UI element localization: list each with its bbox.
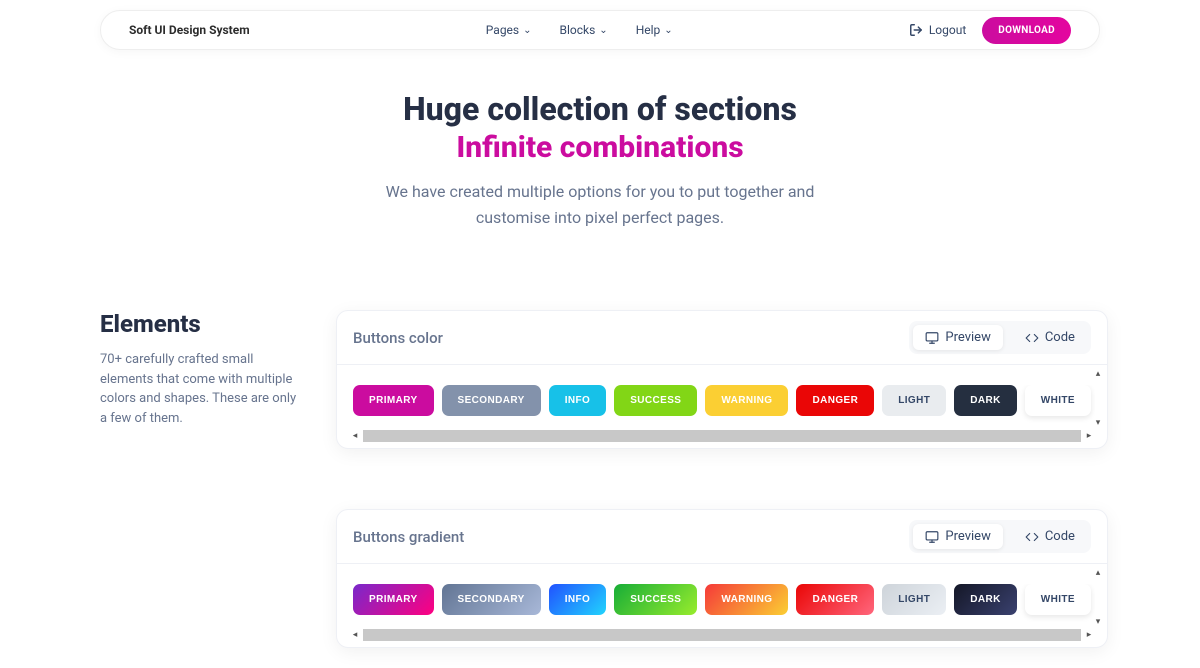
warning-button[interactable]: WARNING <box>705 385 788 416</box>
scroll-track[interactable] <box>363 629 1081 641</box>
primary-button[interactable]: PRIMARY <box>353 385 434 416</box>
scroll-track[interactable] <box>363 430 1081 442</box>
panel-buttons-gradient: Buttons gradient Preview Code PRIMARY SE… <box>336 509 1108 648</box>
vertical-scrollbar[interactable]: ▴ ▾ <box>1091 568 1105 627</box>
tab-label: Code <box>1045 529 1075 544</box>
tab-label: Preview <box>945 529 990 544</box>
button-row: PRIMARY SECONDARY INFO SUCCESS WARNING D… <box>349 385 1095 428</box>
hero: Huge collection of sections Infinite com… <box>0 90 1200 230</box>
scroll-right-icon[interactable]: ▸ <box>1083 431 1095 441</box>
dark-button[interactable]: DARK <box>954 385 1017 416</box>
hero-desc: We have created multiple options for you… <box>0 179 1200 230</box>
light-gradient-button[interactable]: LIGHT <box>882 584 946 615</box>
panel-title: Buttons gradient <box>353 528 464 546</box>
logout-icon <box>909 23 923 37</box>
danger-gradient-button[interactable]: DANGER <box>796 584 874 615</box>
scroll-up-icon[interactable]: ▴ <box>1096 369 1101 379</box>
hero-title: Huge collection of sections <box>0 90 1200 128</box>
panel-body: PRIMARY SECONDARY INFO SUCCESS WARNING D… <box>337 365 1107 448</box>
tab-preview[interactable]: Preview <box>913 524 1002 549</box>
secondary-gradient-button[interactable]: SECONDARY <box>442 584 541 615</box>
nav-link-label: Blocks <box>560 23 596 37</box>
dark-gradient-button[interactable]: DARK <box>954 584 1017 615</box>
horizontal-scrollbar[interactable]: ◂ ▸ <box>349 627 1095 643</box>
scroll-up-icon[interactable]: ▴ <box>1096 568 1101 578</box>
code-icon <box>1025 530 1039 544</box>
logout-label: Logout <box>929 23 966 37</box>
logout-link[interactable]: Logout <box>909 23 966 37</box>
scroll-left-icon[interactable]: ◂ <box>349 431 361 441</box>
chevron-down-icon: ⌄ <box>599 25 607 36</box>
panel-head: Buttons gradient Preview Code <box>337 510 1107 564</box>
panel-buttons-color: Buttons color Preview Code PRIMARY SECON… <box>336 310 1108 449</box>
nav-right: Logout DOWNLOAD <box>909 17 1071 44</box>
panel-tabs: Preview Code <box>909 520 1091 553</box>
nav-link-pages[interactable]: Pages ⌄ <box>486 23 532 37</box>
panel-head: Buttons color Preview Code <box>337 311 1107 365</box>
code-icon <box>1025 331 1039 345</box>
panel-tabs: Preview Code <box>909 321 1091 354</box>
panels: Buttons color Preview Code PRIMARY SECON… <box>336 310 1108 648</box>
tab-code[interactable]: Code <box>1013 524 1087 549</box>
scroll-track[interactable] <box>1093 578 1103 617</box>
chevron-down-icon: ⌄ <box>523 25 531 36</box>
top-navbar: Soft UI Design System Pages ⌄ Blocks ⌄ H… <box>100 10 1100 50</box>
brand[interactable]: Soft UI Design System <box>129 23 250 37</box>
scroll-right-icon[interactable]: ▸ <box>1083 630 1095 640</box>
sidebar: Elements 70+ carefully crafted small ele… <box>100 310 300 648</box>
sidebar-desc: 70+ carefully crafted small elements tha… <box>100 350 300 428</box>
white-button[interactable]: WHITE <box>1025 385 1091 416</box>
scroll-left-icon[interactable]: ◂ <box>349 630 361 640</box>
panel-title: Buttons color <box>353 329 443 347</box>
tab-preview[interactable]: Preview <box>913 325 1002 350</box>
monitor-icon <box>925 530 939 544</box>
content: Elements 70+ carefully crafted small ele… <box>100 310 1100 648</box>
danger-button[interactable]: DANGER <box>796 385 874 416</box>
nav-links: Pages ⌄ Blocks ⌄ Help ⌄ <box>486 23 673 37</box>
white-gradient-button[interactable]: WHITE <box>1025 584 1091 615</box>
horizontal-scrollbar[interactable]: ◂ ▸ <box>349 428 1095 444</box>
tab-code[interactable]: Code <box>1013 325 1087 350</box>
nav-link-label: Help <box>636 23 661 37</box>
warning-gradient-button[interactable]: WARNING <box>705 584 788 615</box>
tab-label: Code <box>1045 330 1075 345</box>
primary-gradient-button[interactable]: PRIMARY <box>353 584 434 615</box>
sidebar-title: Elements <box>100 310 300 338</box>
nav-link-blocks[interactable]: Blocks ⌄ <box>560 23 608 37</box>
button-row: PRIMARY SECONDARY INFO SUCCESS WARNING D… <box>349 584 1095 627</box>
monitor-icon <box>925 331 939 345</box>
chevron-down-icon: ⌄ <box>664 25 672 36</box>
light-button[interactable]: LIGHT <box>882 385 946 416</box>
hero-subtitle: Infinite combinations <box>0 130 1200 165</box>
scroll-down-icon[interactable]: ▾ <box>1096 617 1101 627</box>
nav-link-help[interactable]: Help ⌄ <box>636 23 673 37</box>
vertical-scrollbar[interactable]: ▴ ▾ <box>1091 369 1105 428</box>
info-button[interactable]: INFO <box>549 385 607 416</box>
nav-link-label: Pages <box>486 23 519 37</box>
scroll-down-icon[interactable]: ▾ <box>1096 418 1101 428</box>
panel-body: PRIMARY SECONDARY INFO SUCCESS WARNING D… <box>337 564 1107 647</box>
success-button[interactable]: SUCCESS <box>614 385 697 416</box>
scroll-track[interactable] <box>1093 379 1103 418</box>
tab-label: Preview <box>945 330 990 345</box>
secondary-button[interactable]: SECONDARY <box>442 385 541 416</box>
success-gradient-button[interactable]: SUCCESS <box>614 584 697 615</box>
info-gradient-button[interactable]: INFO <box>549 584 607 615</box>
download-button[interactable]: DOWNLOAD <box>982 17 1071 44</box>
